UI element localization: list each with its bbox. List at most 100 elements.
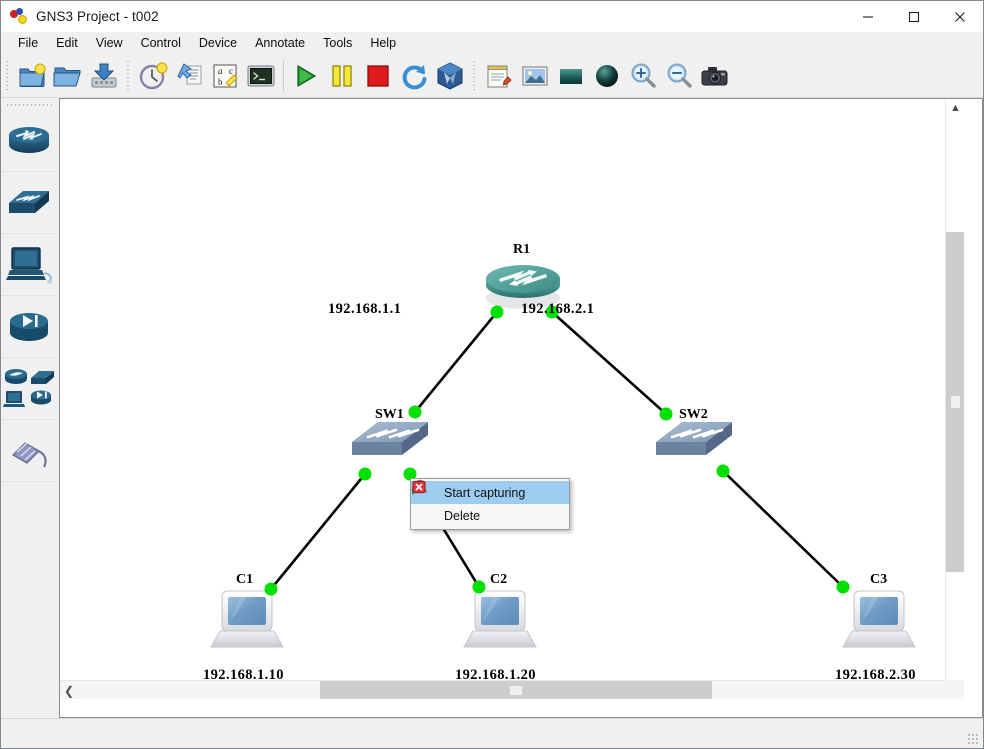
topology-canvas[interactable]: R1 SW1 SW2 C1 C2 C3 192.168.1.10 192.168… [60, 99, 964, 699]
svg-text:a: a [218, 66, 223, 76]
status-bar [1, 718, 983, 748]
title-bar: GNS3 Project - t002 [1, 1, 983, 32]
scrollbar-corner [945, 680, 964, 699]
minimize-button[interactable] [845, 1, 891, 32]
toolbar-grip[interactable] [3, 58, 11, 93]
suspend-all-button[interactable] [324, 57, 360, 95]
node-label-sw2[interactable]: SW2 [679, 407, 708, 423]
node-sw2 [656, 422, 732, 455]
device-toolbar [1, 98, 59, 718]
start-all-button[interactable] [288, 57, 324, 95]
node-label-sw1[interactable]: SW1 [375, 407, 404, 423]
zoom-in-button[interactable] [625, 57, 661, 95]
node-c3 [842, 590, 916, 648]
device-toolbar-grip[interactable] [7, 100, 53, 110]
console-button[interactable] [243, 57, 279, 95]
gns3-main-window: GNS3 Project - t002 File Edit View Contr… [0, 0, 984, 749]
switches-button[interactable] [1, 172, 57, 234]
menu-edit[interactable]: Edit [47, 33, 87, 53]
node-label-c2[interactable]: C2 [490, 572, 507, 588]
link-r1-sw2 [551, 311, 667, 415]
snapshot-button[interactable] [135, 57, 171, 95]
switch-icon [9, 190, 49, 213]
toolbar-grip-2[interactable] [124, 58, 132, 93]
insert-note-button[interactable] [481, 57, 517, 95]
link-label-r1-left[interactable]: 192.168.1.1 [328, 301, 401, 318]
scroll-left-button[interactable]: ❮ [60, 681, 78, 699]
cable-icon [12, 441, 47, 467]
all-devices-button[interactable] [1, 358, 57, 420]
node-label-r1[interactable]: R1 [513, 242, 530, 258]
node-label-c3[interactable]: C3 [870, 572, 887, 588]
node-c1 [210, 590, 284, 648]
screenshot-button[interactable] [697, 57, 733, 95]
add-note-button[interactable]: a c b [207, 57, 243, 95]
vertical-scrollbar[interactable]: ▲ ▼ [945, 99, 964, 699]
end-devices-button[interactable] [1, 234, 57, 296]
virtualbox-button[interactable] [432, 57, 468, 95]
link-label-r1-right[interactable]: 192.168.2.1 [521, 301, 594, 318]
topology-graphics [210, 265, 916, 648]
reload-all-button[interactable] [396, 57, 432, 95]
menu-help[interactable]: Help [361, 33, 405, 53]
menu-file[interactable]: File [9, 33, 47, 53]
context-menu-item-delete[interactable]: Delete [411, 480, 569, 527]
window-controls [845, 1, 983, 32]
security-devices-button[interactable] [1, 296, 57, 358]
menu-annotate[interactable]: Annotate [246, 33, 314, 53]
status-dot [408, 405, 422, 419]
open-project-button[interactable] [50, 57, 86, 95]
node-sw1 [352, 422, 428, 455]
link-sw2-c3 [722, 470, 844, 588]
node-label-c1[interactable]: C1 [236, 572, 253, 588]
router-icon [9, 126, 49, 153]
status-dot [659, 407, 673, 421]
context-menu-item-start-capturing[interactable]: Start capturing [411, 479, 569, 504]
window-title: GNS3 Project - t002 [36, 9, 159, 24]
menu-device[interactable]: Device [190, 33, 246, 53]
status-dot [472, 580, 486, 594]
draw-rectangle-button[interactable] [553, 57, 589, 95]
draw-ellipse-button[interactable] [589, 57, 625, 95]
menu-bar: File Edit View Control Device Annotate T… [1, 32, 983, 54]
svg-text:b: b [218, 77, 223, 87]
close-button[interactable] [937, 1, 983, 32]
zoom-out-button[interactable] [661, 57, 697, 95]
svg-text:c: c [229, 66, 233, 76]
link-context-menu: Start capturing Delete [410, 478, 570, 530]
computer-icon [6, 246, 52, 283]
firewall-icon [10, 312, 48, 341]
save-project-button[interactable] [86, 57, 122, 95]
toolbar-separator [283, 60, 284, 91]
toolbar-grip-3[interactable] [470, 58, 478, 93]
resize-grip[interactable] [968, 734, 980, 746]
status-dot [836, 580, 850, 594]
vertical-scroll-thumb[interactable] [946, 232, 964, 572]
status-dot [358, 467, 372, 481]
link-r1-sw1 [413, 311, 499, 413]
menu-control[interactable]: Control [132, 33, 190, 53]
horizontal-scroll-thumb[interactable] [320, 681, 712, 699]
maximize-button[interactable] [891, 1, 937, 32]
show-interface-labels-button[interactable] [171, 57, 207, 95]
menu-tools[interactable]: Tools [314, 33, 361, 53]
link-sw1-c1 [269, 473, 367, 590]
status-dot [490, 305, 504, 319]
node-c2 [463, 590, 537, 648]
stop-all-button[interactable] [360, 57, 396, 95]
insert-image-button[interactable] [517, 57, 553, 95]
menu-view[interactable]: View [87, 33, 132, 53]
horizontal-scrollbar[interactable]: ❮ ❯ [60, 680, 964, 699]
new-project-button[interactable] [14, 57, 50, 95]
routers-button[interactable] [1, 110, 57, 172]
status-dot [264, 582, 278, 596]
gns3-icon [10, 7, 28, 26]
add-link-button[interactable] [1, 420, 57, 482]
scroll-up-button[interactable]: ▲ [946, 99, 964, 117]
status-dot [716, 464, 730, 478]
context-menu-label: Start capturing [444, 485, 526, 500]
delete-icon [412, 480, 433, 524]
context-menu-label: Delete [444, 508, 481, 523]
main-toolbar: a c b [1, 54, 983, 98]
all-devices-icon [3, 368, 54, 407]
